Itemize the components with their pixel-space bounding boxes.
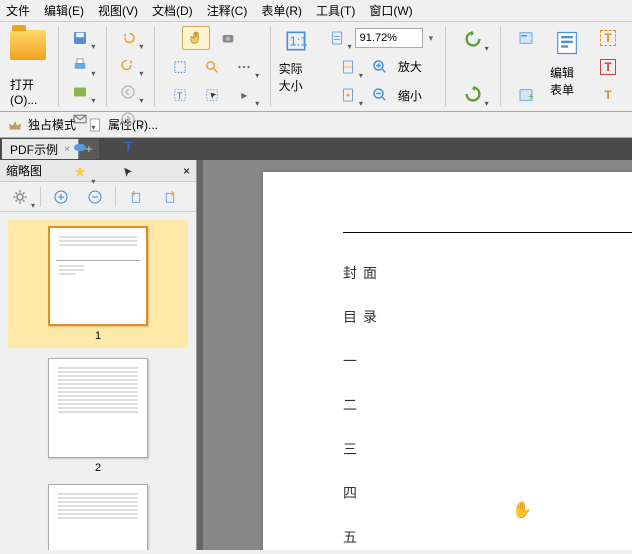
svg-text:+: + xyxy=(528,92,533,102)
main-toolbar: 打开(O)... T T ▸ xyxy=(0,22,632,112)
page-content: 封面 目录 一 二 三 四 五 xyxy=(263,172,632,550)
menu-bar: 文件 编辑(E) 视图(V) 文档(D) 注释(C) 表单(R) 工具(T) 窗… xyxy=(0,0,632,22)
cloud-button[interactable] xyxy=(66,134,94,158)
thumb-zoom-in[interactable] xyxy=(47,185,75,209)
toc-item: 二 xyxy=(343,395,632,415)
select-cursor[interactable] xyxy=(198,83,226,107)
rotate-left[interactable] xyxy=(122,185,150,209)
thumb-zoom-out[interactable] xyxy=(81,185,109,209)
rotate-right[interactable] xyxy=(156,185,184,209)
menu-form[interactable]: 表单(R) xyxy=(261,2,302,19)
pointer-button[interactable] xyxy=(114,161,142,185)
menu-file[interactable]: 文件 xyxy=(6,2,30,19)
menu-view[interactable]: 视图(V) xyxy=(98,2,138,19)
menu-edit[interactable]: 编辑(E) xyxy=(44,2,84,19)
thumbnails-list[interactable]: 1 2 xyxy=(0,212,196,550)
zoom-out-label: 缩小 xyxy=(398,87,422,104)
menu-document[interactable]: 文档(D) xyxy=(152,2,193,19)
svg-text:1:1: 1:1 xyxy=(289,33,307,48)
more-select[interactable]: ▸ xyxy=(230,83,258,107)
toc-item: 四 xyxy=(343,483,632,503)
open-label: 打开(O)... xyxy=(10,76,46,107)
zoom-in-label: 放大 xyxy=(398,58,422,75)
redo-button[interactable] xyxy=(114,53,142,77)
rotate-cw[interactable] xyxy=(458,81,488,107)
zoom-in-icon[interactable] xyxy=(366,55,394,79)
new-button[interactable] xyxy=(66,161,94,185)
form-add[interactable]: + xyxy=(512,83,540,107)
menu-window[interactable]: 窗口(W) xyxy=(369,2,412,19)
undo-button[interactable] xyxy=(114,26,142,50)
select-text[interactable]: T xyxy=(166,83,194,107)
save-button[interactable] xyxy=(66,26,94,50)
gear-icon[interactable] xyxy=(6,185,34,209)
hand-tool[interactable] xyxy=(182,26,210,50)
svg-text:T: T xyxy=(177,91,183,101)
form-highlight[interactable] xyxy=(512,26,540,50)
print-button[interactable] xyxy=(66,53,94,77)
snapshot-tool[interactable] xyxy=(214,26,242,50)
edit-form-label: 编辑表单 xyxy=(550,64,584,98)
toc-item: 封面 xyxy=(343,263,632,283)
toc-item: 五 xyxy=(343,527,632,547)
open-button[interactable]: 打开(O)... xyxy=(6,26,50,107)
fit-page[interactable] xyxy=(323,26,351,50)
panel-close-icon[interactable]: × xyxy=(183,164,190,178)
more-tools[interactable] xyxy=(230,55,258,79)
text-annot-1[interactable]: T xyxy=(594,26,622,50)
thumbnail-page-1[interactable]: 1 xyxy=(8,220,188,348)
toc-item: 目录 xyxy=(343,307,632,327)
thumbnail-page-3[interactable] xyxy=(8,484,188,550)
fit-width[interactable] xyxy=(334,55,362,79)
email-button[interactable] xyxy=(66,107,94,131)
edit-form-button[interactable] xyxy=(550,26,584,60)
text-annot-3[interactable]: T xyxy=(594,83,622,107)
toc-item: 一 xyxy=(343,351,632,371)
text-button[interactable]: T xyxy=(114,134,142,158)
thumbnails-panel: 缩略图 × 1 2 xyxy=(0,160,197,550)
actual-size-label: 实际大小 xyxy=(279,60,313,94)
tab-title: PDF示例 xyxy=(10,141,58,158)
search-button[interactable] xyxy=(198,55,226,79)
toc-item: 三 xyxy=(343,439,632,459)
zoom-out-icon[interactable] xyxy=(366,83,394,107)
select-area[interactable] xyxy=(166,55,194,79)
zoom-input[interactable] xyxy=(355,28,423,48)
scan-button[interactable] xyxy=(66,80,94,104)
document-viewer[interactable]: 封面 目录 一 二 三 四 五 ✋ xyxy=(197,160,632,550)
fit-visible[interactable] xyxy=(334,83,362,107)
menu-comment[interactable]: 注释(C) xyxy=(207,2,248,19)
panel-title: 缩略图 xyxy=(6,162,42,179)
text-annot-2[interactable]: T xyxy=(594,55,622,79)
crown-icon xyxy=(6,116,24,134)
workspace: 缩略图 × 1 2 xyxy=(0,160,632,550)
prev-button[interactable] xyxy=(114,80,142,104)
next-button[interactable] xyxy=(114,107,142,131)
folder-icon xyxy=(10,30,46,60)
zoom-dropdown-icon[interactable]: ▾ xyxy=(429,33,434,44)
rotate-ccw[interactable] xyxy=(458,26,488,52)
menu-tools[interactable]: 工具(T) xyxy=(316,2,355,19)
thumbnail-page-2[interactable]: 2 xyxy=(8,358,188,474)
actual-size-button[interactable]: 1:1 xyxy=(279,26,313,56)
